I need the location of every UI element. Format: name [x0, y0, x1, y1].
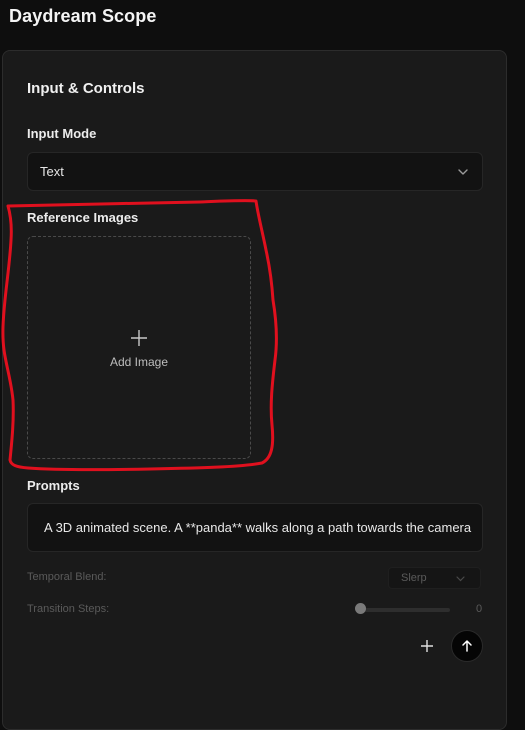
- transition-steps-slider[interactable]: [360, 608, 450, 612]
- slider-thumb[interactable]: [355, 603, 366, 614]
- panel-title: Input & Controls: [27, 80, 145, 97]
- transition-steps-value: 0: [476, 603, 483, 615]
- prompt-input[interactable]: A 3D animated scene. A **panda** walks a…: [27, 503, 483, 552]
- add-prompt-button[interactable]: [417, 636, 437, 656]
- chevron-down-icon: [456, 576, 465, 582]
- temporal-blend-label: Temporal Blend:: [27, 571, 107, 583]
- submit-button[interactable]: [451, 630, 483, 662]
- temporal-blend-select[interactable]: Slerp: [388, 567, 481, 589]
- prompts-label: Prompts: [27, 478, 80, 493]
- arrow-up-icon: [462, 640, 472, 652]
- input-controls-panel: Input & Controls Input Mode Text Referen…: [2, 50, 507, 730]
- transition-steps-label: Transition Steps:: [27, 603, 110, 615]
- input-mode-value: Text: [40, 164, 64, 179]
- add-image-label: Add Image: [109, 355, 169, 369]
- add-image-dropzone[interactable]: Add Image: [27, 236, 251, 459]
- reference-images-label: Reference Images: [27, 210, 139, 225]
- plus-icon: [131, 330, 147, 346]
- prompt-text: A 3D animated scene. A **panda** walks a…: [44, 520, 472, 535]
- input-mode-select[interactable]: Text: [27, 152, 483, 191]
- temporal-blend-value: Slerp: [401, 572, 427, 584]
- app-title: Daydream Scope: [9, 6, 157, 26]
- chevron-down-icon: [458, 169, 468, 175]
- input-mode-label: Input Mode: [27, 126, 97, 141]
